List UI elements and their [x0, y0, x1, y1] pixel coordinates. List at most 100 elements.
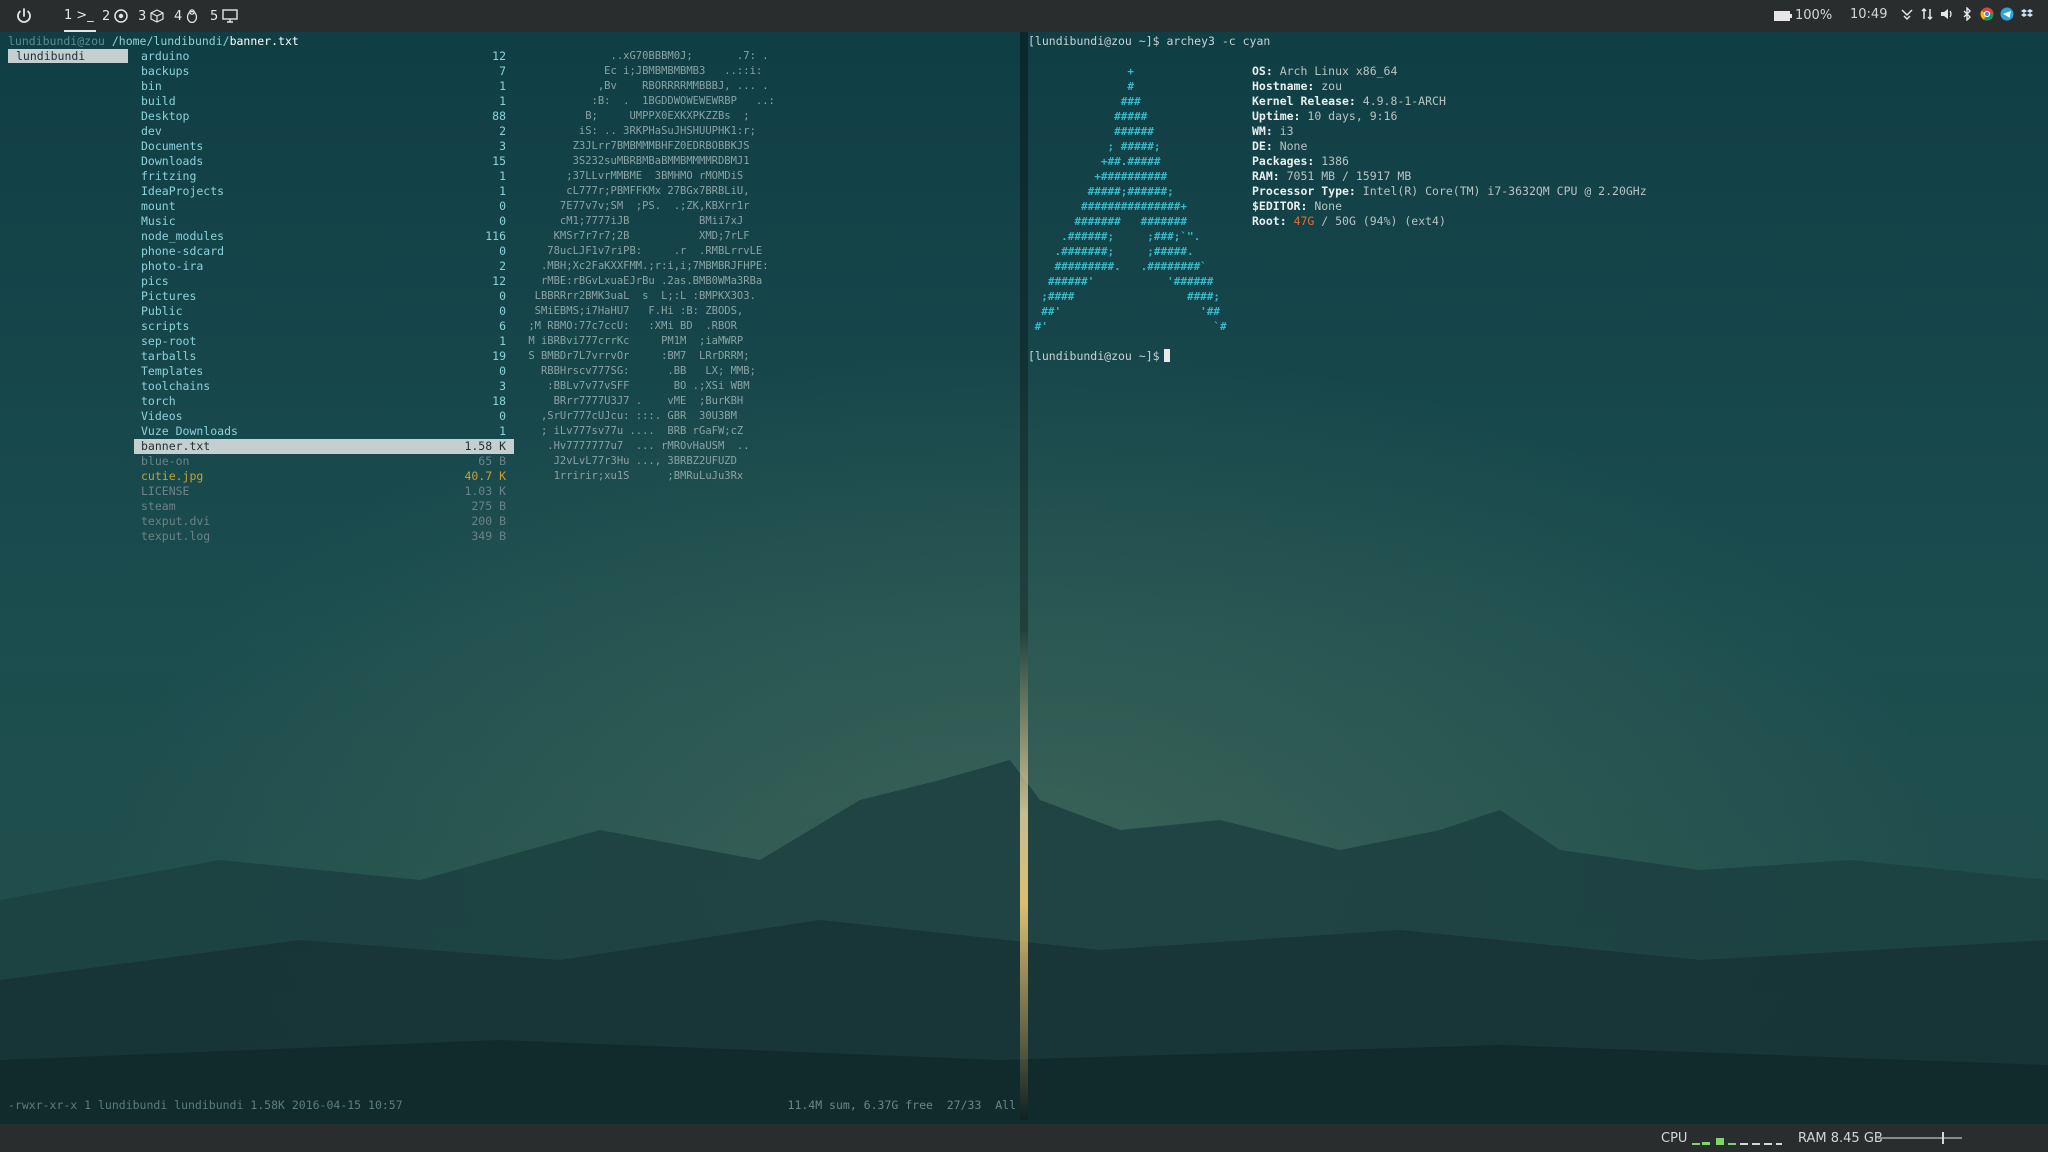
- preview-line: S BMBDr7L7vrrvOr :BM7 LRrDRRM;: [522, 350, 750, 362]
- directory-row[interactable]: pics 12: [134, 274, 514, 289]
- entry-name: node_modules: [141, 229, 225, 243]
- directory-row[interactable]: Desktop 88: [134, 109, 514, 124]
- entry-name: texput.log: [141, 529, 211, 543]
- ram-usage-label: RAM 8.45 GB: [1798, 1131, 1883, 1146]
- directory-row[interactable]: Vuze Downloads 1: [134, 424, 514, 439]
- directory-row[interactable]: Downloads 15: [134, 154, 514, 169]
- info-value: 7051 MB / 15917 MB: [1279, 169, 1412, 183]
- ram-usage-bar[interactable]: [1878, 1137, 1962, 1139]
- directory-row[interactable]: torch 18: [134, 394, 514, 409]
- volume-icon[interactable]: [1940, 7, 1954, 21]
- file-row[interactable]: texput.dvi 200 B: [134, 514, 514, 529]
- battery-icon: [1774, 10, 1792, 21]
- parent-directory-item[interactable]: lundibundi: [8, 49, 128, 63]
- text-cursor: [1163, 349, 1170, 362]
- shell-prompt[interactable]: [lundibundi@zou ~]$: [1028, 349, 1170, 364]
- directory-row[interactable]: Public 0: [134, 304, 514, 319]
- file-row[interactable]: LICENSE 1.03 K: [134, 484, 514, 499]
- directory-row[interactable]: phone-sdcard 0: [134, 244, 514, 259]
- file-preview: ..xG70BBBM0J; .7: . Ec i;JBMBMBMBMB3 ..:…: [522, 49, 775, 484]
- entry-size: 12: [492, 274, 506, 288]
- entry-size: 116: [485, 229, 506, 243]
- directory-row[interactable]: bin 1: [134, 79, 514, 94]
- telegram-icon[interactable]: [2000, 7, 2014, 21]
- directory-row[interactable]: dev 2: [134, 124, 514, 139]
- workspace-2[interactable]: 2: [102, 0, 129, 32]
- preview-line: rMBE:rBGvLxuaEJrBu .2as.BMB0WMa3RBa: [522, 275, 763, 287]
- directory-row[interactable]: mount 0: [134, 199, 514, 214]
- workspace-number: 4: [174, 8, 183, 24]
- entry-name: phone-sdcard: [141, 244, 225, 258]
- cpu-label: CPU: [1661, 1131, 1688, 1146]
- info-line: Root: 47G / 50G (94%) (ext4): [1252, 214, 1647, 229]
- window-split-divider[interactable]: [1020, 32, 1028, 1120]
- directory-row[interactable]: Music 0: [134, 214, 514, 229]
- info-key: DE:: [1252, 139, 1273, 153]
- dropbox-icon[interactable]: [2020, 7, 2034, 21]
- preview-line: iS: .. 3RKPHaSuJHSHUUPHK1:r;: [522, 125, 756, 137]
- bluetooth-icon[interactable]: [1960, 7, 1974, 21]
- info-line: Uptime: 10 days, 9:16: [1252, 109, 1647, 124]
- preview-line: cL777r;PBMFFKMx 27BGx7BRBLiU,: [522, 185, 750, 197]
- directory-row[interactable]: scripts 6: [134, 319, 514, 334]
- workspace-3[interactable]: 3: [138, 0, 164, 32]
- workspace-1[interactable]: 1 >_: [64, 0, 96, 32]
- workspace-4[interactable]: 4: [174, 0, 198, 32]
- updown-icon[interactable]: [1920, 7, 1934, 21]
- preview-line: RBBHrscv777SG: .BB LX; MMB;: [522, 365, 756, 377]
- system-info: OS: Arch Linux x86_64 Hostname: zou Kernel…: [1252, 64, 1647, 229]
- file-row[interactable]: texput.log 349 B: [134, 529, 514, 544]
- directory-row[interactable]: toolchains 3: [134, 379, 514, 394]
- directory-row[interactable]: arduino 12: [134, 49, 514, 64]
- entry-name: mount: [141, 199, 176, 213]
- network-icon[interactable]: [1900, 7, 1914, 21]
- entry-size: 0: [499, 409, 506, 423]
- entry-name: Documents: [141, 139, 204, 153]
- ranger-terminal[interactable]: lundibundi@zou /home/lundibundi/banner.t…: [8, 32, 1020, 1120]
- directory-row[interactable]: sep-root 1: [134, 334, 514, 349]
- shell-terminal[interactable]: [lundibundi@zou ~]$ archey3 -c cyan + # …: [1028, 32, 2040, 1120]
- workspace-5[interactable]: 5: [210, 0, 238, 32]
- directory-row[interactable]: Pictures 0: [134, 289, 514, 304]
- preview-line: Ec i;JBMBMBMBMB3 ..::i:: [522, 65, 763, 77]
- ascii-line: ####### #######: [1028, 215, 1187, 228]
- file-row[interactable]: cutie.jpg 40.7 K: [134, 469, 514, 484]
- ram-usage-marker: [1942, 1132, 1944, 1144]
- directory-row[interactable]: tarballs 19: [134, 349, 514, 364]
- file-list: arduino 12 backups 7 bin 1 build 1 Desktop 88 dev 2…: [134, 49, 514, 544]
- entry-size: 2: [499, 124, 506, 138]
- info-value: Arch Linux x86_64: [1272, 64, 1398, 78]
- info-line: WM: i3: [1252, 124, 1647, 139]
- info-line: OS: Arch Linux x86_64: [1252, 64, 1647, 79]
- chrome-icon[interactable]: [1980, 7, 1994, 21]
- directory-row[interactable]: fritzing 1: [134, 169, 514, 184]
- entry-size: 65 B: [478, 454, 506, 468]
- preview-line: ;M RBMO:77c7ccU: :XMi BD .RBOR: [522, 320, 737, 332]
- directory-row[interactable]: build 1: [134, 94, 514, 109]
- directory-row[interactable]: Documents 3: [134, 139, 514, 154]
- entry-name: LICENSE: [141, 484, 190, 498]
- entry-size: 0: [499, 199, 506, 213]
- cpu-usage-graph[interactable]: [1692, 1130, 1782, 1146]
- info-value: 1386: [1314, 154, 1349, 168]
- preview-line: Z3JLrr7BMBMMMBHFZ0EDRBOBBKJS: [522, 140, 750, 152]
- directory-row[interactable]: Templates 0: [134, 364, 514, 379]
- entry-size: 1.58 K: [464, 439, 506, 453]
- preview-line: .MBH;Xc2FaKXXFMM.;r:i,i;7MBMBRJFHPE:: [522, 260, 769, 272]
- directory-row[interactable]: backups 7: [134, 64, 514, 79]
- file-row[interactable]: steam 275 B: [134, 499, 514, 514]
- selected-file-row[interactable]: banner.txt 1.58 K: [134, 439, 514, 454]
- entry-size: 200 B: [471, 514, 506, 528]
- preview-line: cM1;7777iJB BMii7xJ: [522, 215, 744, 227]
- directory-row[interactable]: node_modules 116: [134, 229, 514, 244]
- entry-size: 0: [499, 289, 506, 303]
- file-row[interactable]: blue-on 65 B: [134, 454, 514, 469]
- directory-row[interactable]: Videos 0: [134, 409, 514, 424]
- clock[interactable]: 10:49: [1850, 7, 1887, 22]
- battery-indicator[interactable]: 100%: [1774, 8, 1832, 23]
- power-icon[interactable]: [14, 6, 34, 26]
- info-line: Hostname: zou: [1252, 79, 1647, 94]
- current-file: banner.txt: [229, 34, 299, 48]
- directory-row[interactable]: photo-ira 2: [134, 259, 514, 274]
- directory-row[interactable]: IdeaProjects 1: [134, 184, 514, 199]
